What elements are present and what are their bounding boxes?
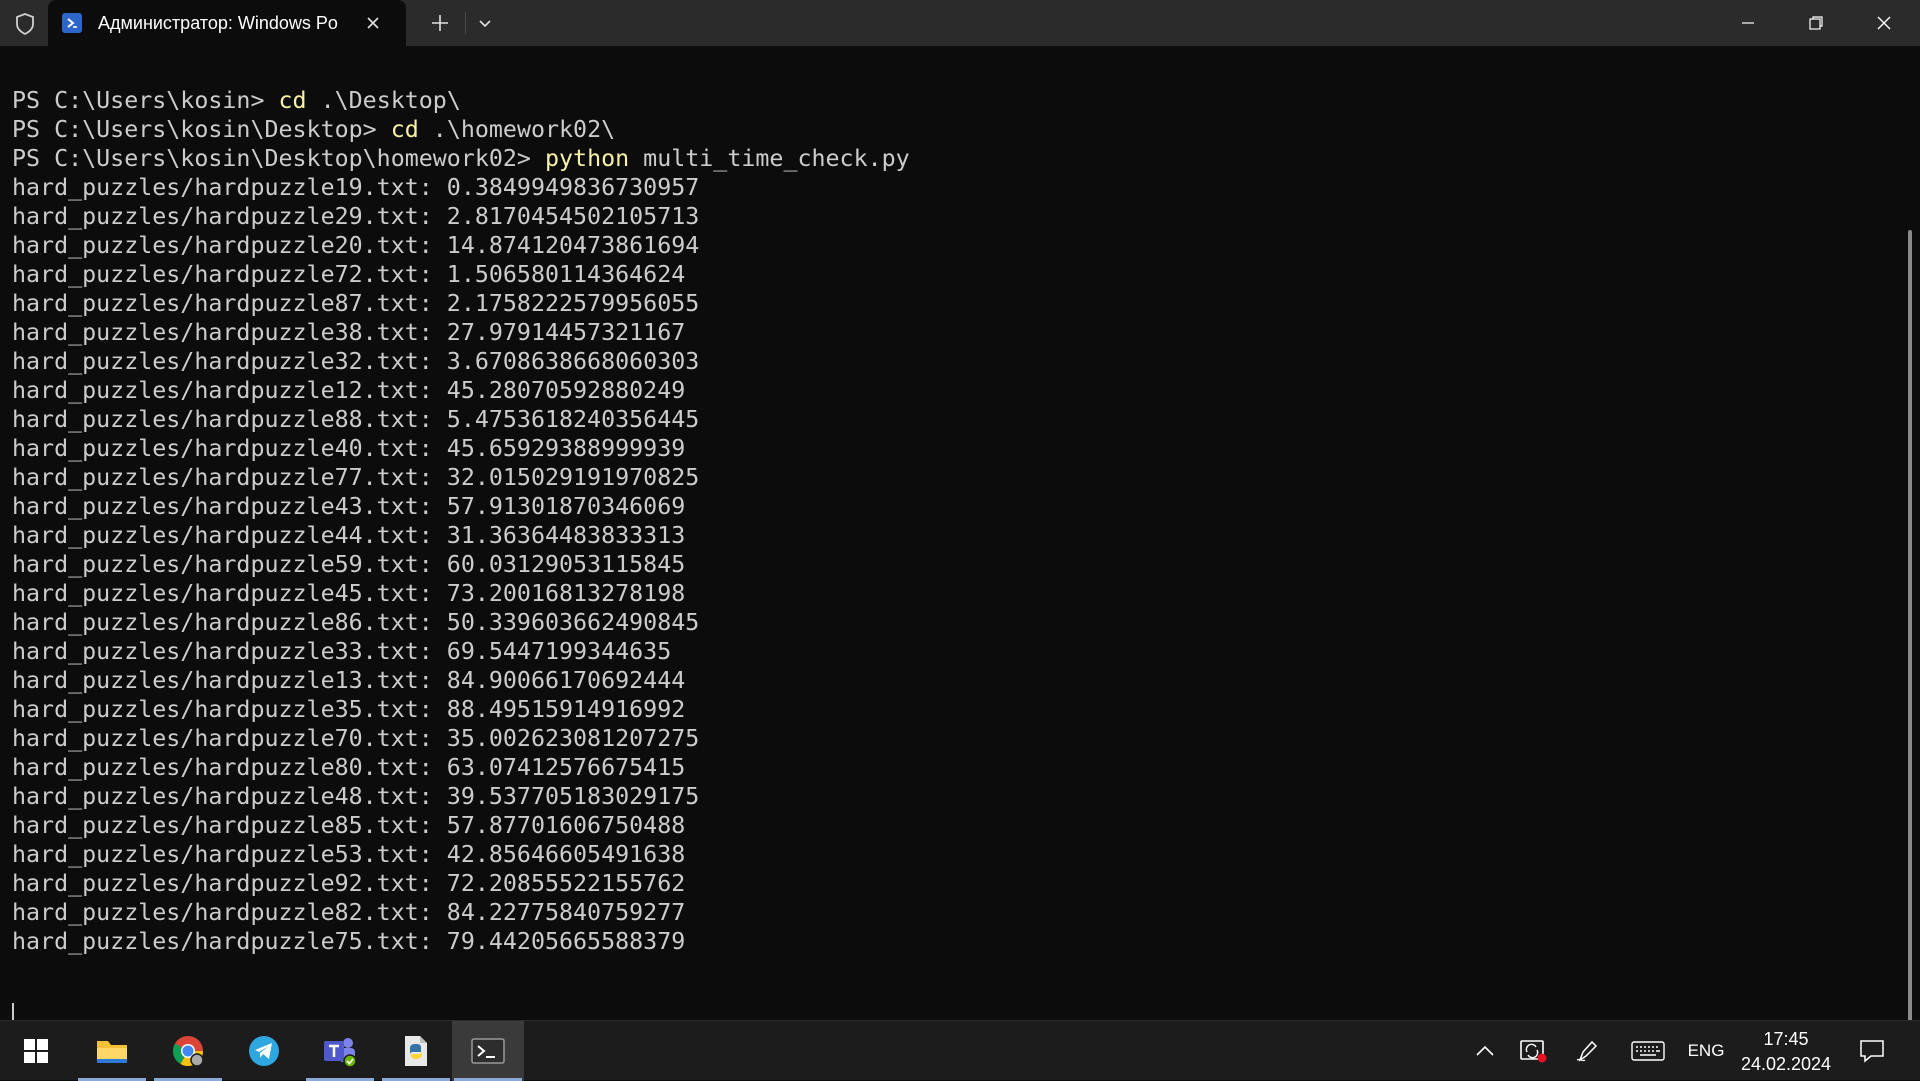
powershell-icon [62,13,82,33]
minimize-button[interactable] [1714,0,1782,46]
output-line: hard_puzzles/hardpuzzle85.txt: 57.877016… [12,812,686,839]
command-args: multi_time_check.py [629,145,910,172]
command-name: cd [278,87,307,114]
output-line: hard_puzzles/hardpuzzle86.txt: 50.339603… [12,609,700,636]
language-indicator[interactable]: ENG [1686,1039,1726,1063]
new-tab-button[interactable] [422,9,458,37]
output-line: hard_puzzles/hardpuzzle33.txt: 69.544719… [12,638,672,665]
output-line: hard_puzzles/hardpuzzle59.txt: 60.031290… [12,551,686,578]
taskbar-terminal[interactable] [452,1021,524,1081]
notification-icon[interactable] [1856,1035,1888,1067]
output-line: hard_puzzles/hardpuzzle45.txt: 73.200168… [12,580,686,607]
python-icon [405,1036,427,1066]
output-line: hard_puzzles/hardpuzzle88.txt: 5.4753618… [12,406,700,433]
output-line: hard_puzzles/hardpuzzle12.txt: 45.280705… [12,377,686,404]
output-line: hard_puzzles/hardpuzzle80.txt: 63.074125… [12,754,686,781]
taskbar-python[interactable] [380,1021,452,1081]
prompt-line: PS C:\Users\kosin\Desktop\homework02> py… [12,144,1892,173]
chevron-down-icon[interactable] [470,9,500,37]
clock-date: 24.02.2024 [1740,1054,1832,1074]
close-window-button[interactable] [1850,0,1918,46]
prompt-text: PS C:\Users\kosin\Desktop> [12,116,391,143]
output-line: hard_puzzles/hardpuzzle53.txt: 42.856466… [12,841,686,868]
output-line: hard_puzzles/hardpuzzle40.txt: 45.659293… [12,435,686,462]
command-args: .\homework02\ [418,116,616,143]
taskbar-teams[interactable] [304,1021,376,1081]
chevron-up-icon[interactable] [1470,1037,1500,1065]
clock[interactable]: 17:45 24.02.2024 [1730,1027,1842,1077]
output-line: hard_puzzles/hardpuzzle75.txt: 79.442056… [12,928,686,955]
taskbar: ENG 17:45 24.02.2024 [0,1020,1920,1081]
output-line: hard_puzzles/hardpuzzle38.txt: 27.979144… [12,319,686,346]
clock-time: 17:45 [1763,1029,1809,1049]
taskbar-telegram[interactable] [228,1021,300,1081]
output-line: hard_puzzles/hardpuzzle70.txt: 35.002623… [12,725,700,752]
output-line: hard_puzzles/hardpuzzle32.txt: 3.6708638… [12,348,700,375]
keyboard-icon[interactable] [1630,1037,1666,1065]
command-args: .\Desktop\ [306,87,461,114]
scrollbar[interactable] [1908,230,1912,1036]
close-tab-icon[interactable] [360,10,386,36]
command-name: cd [390,116,419,143]
output-line: hard_puzzles/hardpuzzle77.txt: 32.015029… [12,464,700,491]
prompt-text: PS C:\Users\kosin> [12,87,279,114]
output-line: hard_puzzles/hardpuzzle87.txt: 2.1758222… [12,290,700,317]
output-line: hard_puzzles/hardpuzzle20.txt: 14.874120… [12,232,700,259]
terminal-output[interactable]: PS C:\Users\kosin> cd .\Desktop\ PS C:\U… [0,46,1920,1036]
tab-powershell[interactable]: Администратор: Windows Po [48,0,406,46]
teams-icon [324,1038,357,1068]
output-line: hard_puzzles/hardpuzzle19.txt: 0.3849949… [12,174,700,201]
pen-icon[interactable] [1572,1037,1602,1065]
taskbar-chrome[interactable] [152,1021,224,1081]
telegram-icon [249,1036,279,1066]
output-line: hard_puzzles/hardpuzzle82.txt: 84.227758… [12,899,686,926]
restore-button[interactable] [1782,0,1850,46]
terminal-icon [471,1038,505,1064]
taskbar-file-explorer[interactable] [76,1021,148,1081]
tab-separator [465,12,466,34]
title-bar: Администратор: Windows Po [0,0,1920,46]
output-line: hard_puzzles/hardpuzzle72.txt: 1.5065801… [12,261,686,288]
start-button[interactable] [0,1021,72,1081]
command-name: python [545,145,630,172]
file-explorer-icon [97,1041,127,1063]
output-line: hard_puzzles/hardpuzzle44.txt: 31.363644… [12,522,686,549]
output-line: hard_puzzles/hardpuzzle92.txt: 72.208555… [12,870,686,897]
tab-title: Администратор: Windows Po [98,13,338,33]
output-line: hard_puzzles/hardpuzzle13.txt: 84.900661… [12,667,686,694]
shield-icon [10,10,40,38]
prompt-text: PS C:\Users\kosin\Desktop\homework02> [12,145,545,172]
terminal-lines: PS C:\Users\kosin> cd .\Desktop\ PS C:\U… [12,86,1892,956]
start-icon [24,1039,48,1063]
sync-status-icon[interactable] [1518,1037,1548,1065]
output-line: hard_puzzles/hardpuzzle43.txt: 57.913018… [12,493,686,520]
output-line: hard_puzzles/hardpuzzle48.txt: 39.537705… [12,783,700,810]
output-line: hard_puzzles/hardpuzzle35.txt: 88.495159… [12,696,686,723]
chrome-icon [172,1036,204,1067]
prompt-line: PS C:\Users\kosin\Desktop> cd .\homework… [12,115,1892,144]
output-line: hard_puzzles/hardpuzzle29.txt: 2.8170454… [12,203,700,230]
prompt-line: PS C:\Users\kosin> cd .\Desktop\ [12,86,1892,115]
